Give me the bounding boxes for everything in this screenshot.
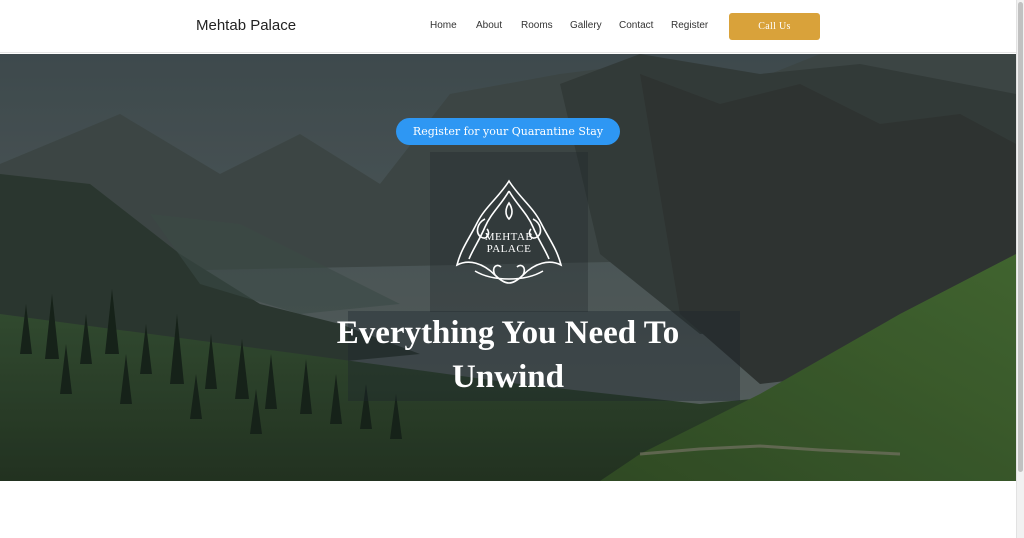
call-us-button[interactable]: Call Us (729, 13, 820, 40)
nav-gallery[interactable]: Gallery (570, 20, 602, 31)
headline-line-2: Unwind (452, 359, 564, 395)
page-scrollbar[interactable] (1016, 0, 1024, 538)
nav-rooms[interactable]: Rooms (521, 20, 553, 31)
nav-contact[interactable]: Contact (619, 20, 653, 31)
logo-line-mehtab: MEHTAB (484, 231, 534, 243)
site-header: Mehtab Palace Home About Rooms Gallery C… (0, 0, 1016, 53)
hero-headline: Everything You Need To Unwind (300, 311, 716, 399)
brand-logo-text[interactable]: Mehtab Palace (196, 17, 296, 34)
scrollbar-thumb[interactable] (1018, 2, 1023, 472)
logo-text: MEHTAB PALACE (455, 231, 563, 255)
nav-register[interactable]: Register (671, 20, 708, 31)
nav-home[interactable]: Home (430, 20, 457, 31)
headline-line-1: Everything You Need To (336, 315, 680, 351)
logo-line-palace: PALACE (486, 243, 532, 255)
nav-about[interactable]: About (476, 20, 502, 31)
hero-section: Register for your Quarantine Stay MEHTAB… (0, 54, 1016, 481)
register-quarantine-button[interactable]: Register for your Quarantine Stay (396, 118, 620, 145)
